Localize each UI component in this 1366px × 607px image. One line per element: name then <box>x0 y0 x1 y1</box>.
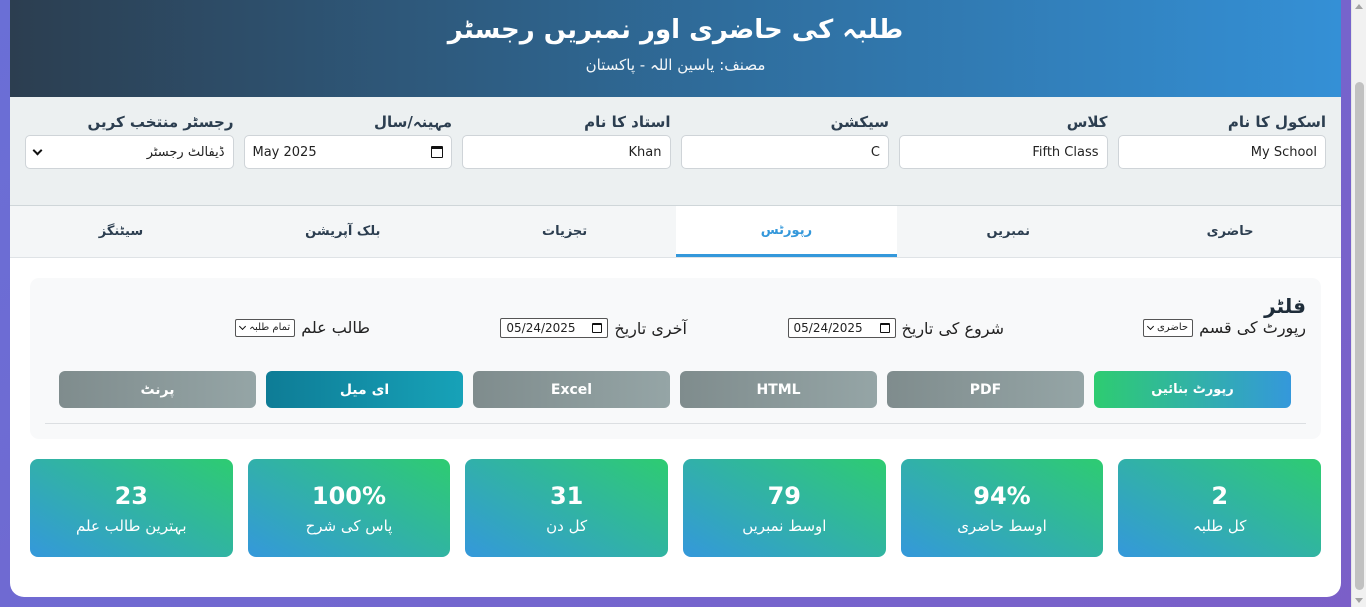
stat-label: پاس کی شرح <box>305 517 393 535</box>
tab-analytics[interactable]: تجزیات <box>454 206 676 257</box>
author-line: مصنف: یاسین اللہ - پاکستان <box>585 56 766 74</box>
register-value: ڈیفالٹ رجسٹر <box>146 144 225 160</box>
calendar-icon[interactable] <box>592 323 603 333</box>
page-header: طلبہ کی حاضری اور نمبریں رجسٹر مصنف: یاس… <box>10 0 1341 97</box>
stat-label: اوسط نمبریں <box>742 517 827 535</box>
stat-value: 2 <box>1211 482 1229 510</box>
export-excel-button[interactable]: Excel <box>473 371 670 408</box>
stat-value: 31 <box>549 482 584 510</box>
divider <box>45 423 1306 424</box>
calendar-icon[interactable] <box>431 146 443 158</box>
filter-row: رپورٹ کی قسم حاضری شروع کی تاریخ 05/24/2… <box>45 318 1306 348</box>
school-input[interactable]: My School <box>1117 135 1326 169</box>
start-date-value: 05/24/2025 <box>793 321 863 335</box>
section-label: سیکشن <box>830 113 889 131</box>
stat-value: 94% <box>973 482 1031 510</box>
register-settings: اسکول کا نام My School کلاس Fifth Class … <box>10 97 1341 206</box>
end-date-label: آخری تاریخ <box>614 318 687 338</box>
section-field-group: سیکشن C <box>680 113 889 205</box>
end-date-filter: آخری تاریخ 05/24/2025 <box>500 318 687 338</box>
scrollbar-thumb[interactable] <box>1355 82 1364 590</box>
register-label: رجسٹر منتخب کریں <box>87 113 234 131</box>
class-field-group: کلاس Fifth Class <box>899 113 1108 205</box>
register-select[interactable]: ڈیفالٹ رجسٹر <box>25 135 234 169</box>
chevron-down-icon <box>239 322 247 330</box>
start-date-filter: شروع کی تاریخ 05/24/2025 <box>787 318 1004 338</box>
student-select[interactable]: تمام طلبہ <box>235 318 296 337</box>
chevron-down-icon <box>32 145 43 155</box>
month-label: مہینہ/سال <box>374 113 452 131</box>
filter-heading: فلٹر <box>1264 294 1306 318</box>
register-field-group: رجسٹر منتخب کریں ڈیفالٹ رجسٹر <box>25 113 234 205</box>
month-field-group: مہینہ/سال May 2025 <box>243 113 452 205</box>
report-type-filter: رپورٹ کی قسم حاضری <box>1142 318 1306 337</box>
export-html-button[interactable]: HTML <box>680 371 877 408</box>
month-input[interactable]: May 2025 <box>243 135 452 169</box>
student-label: طالب علم <box>301 318 370 337</box>
report-filter-panel: فلٹر رپورٹ کی قسم حاضری شروع کی تاریخ 05… <box>30 278 1321 439</box>
school-field-group: اسکول کا نام My School <box>1117 113 1326 205</box>
stat-label: کل طلبہ <box>1192 517 1247 535</box>
end-date-input[interactable]: 05/24/2025 <box>500 318 609 338</box>
scroll-up-arrow-icon[interactable] <box>1355 4 1363 9</box>
stat-card-pass-rate: 100% پاس کی شرح <box>247 459 451 557</box>
tab-marks[interactable]: نمبریں <box>897 206 1119 257</box>
stat-card-total-days: 31 کل دن <box>465 459 668 557</box>
print-button[interactable]: پرنٹ <box>59 371 256 408</box>
summary-stats: 2 کل طلبہ 94% اوسط حاضری 79 اوسط نمبریں … <box>10 439 1341 557</box>
stat-card-avg-marks: 79 اوسط نمبریں <box>682 459 886 557</box>
stat-value: 23 <box>114 482 148 510</box>
teacher-label: استاد کا نام <box>584 113 671 131</box>
student-value: تمام طلبہ <box>249 322 291 333</box>
class-label: کلاس <box>1066 113 1108 131</box>
tab-bulk-operations[interactable]: بلک آپریشن <box>232 206 454 257</box>
section-input[interactable]: C <box>680 135 889 169</box>
report-type-select[interactable]: حاضری <box>1142 318 1194 337</box>
scroll-down-arrow-icon[interactable] <box>1355 598 1363 603</box>
stat-card-total-students: 2 کل طلبہ <box>1118 459 1321 557</box>
report-type-value: حاضری <box>1156 322 1189 333</box>
email-button[interactable]: ای میل <box>266 371 463 408</box>
tab-attendance[interactable]: حاضری <box>1119 206 1341 257</box>
export-pdf-button[interactable]: PDF <box>887 371 1084 408</box>
start-date-input[interactable]: 05/24/2025 <box>787 318 896 338</box>
page-title: طلبہ کی حاضری اور نمبریں رجسٹر <box>447 15 904 45</box>
student-filter: طالب علم تمام طلبہ <box>235 318 370 337</box>
start-date-label: شروع کی تاریخ <box>901 318 1004 338</box>
report-type-label: رپورٹ کی قسم <box>1199 318 1306 337</box>
chevron-down-icon <box>1146 322 1155 330</box>
stat-value: 79 <box>767 482 802 510</box>
stat-card-avg-attendance: 94% اوسط حاضری <box>900 459 1104 557</box>
end-date-value: 05/24/2025 <box>506 321 576 335</box>
tab-reports[interactable]: رپورٹس <box>675 206 898 257</box>
report-actions: رپورٹ بنائیں PDF HTML Excel ای میل پرنٹ <box>59 371 1291 408</box>
class-input[interactable]: Fifth Class <box>899 135 1108 169</box>
stat-card-top-student: 23 بہترین طالب علم <box>29 459 233 557</box>
calendar-icon[interactable] <box>879 323 890 333</box>
teacher-input[interactable]: Khan <box>462 135 671 169</box>
school-label: اسکول کا نام <box>1227 113 1326 131</box>
main-tabs: حاضری نمبریں رپورٹس تجزیات بلک آپریشن سی… <box>10 206 1341 258</box>
stat-label: اوسط حاضری <box>957 517 1047 535</box>
teacher-field-group: استاد کا نام Khan <box>462 113 671 205</box>
stat-value: 100% <box>311 482 387 510</box>
stat-label: کل دن <box>546 517 588 535</box>
app-container: طلبہ کی حاضری اور نمبریں رجسٹر مصنف: یاس… <box>10 0 1341 597</box>
generate-report-button[interactable]: رپورٹ بنائیں <box>1094 371 1291 408</box>
month-value: May 2025 <box>252 144 317 160</box>
tab-settings[interactable]: سیٹنگز <box>10 206 232 257</box>
stat-label: بہترین طالب علم <box>76 517 187 535</box>
page-scrollbar[interactable] <box>1351 0 1366 607</box>
